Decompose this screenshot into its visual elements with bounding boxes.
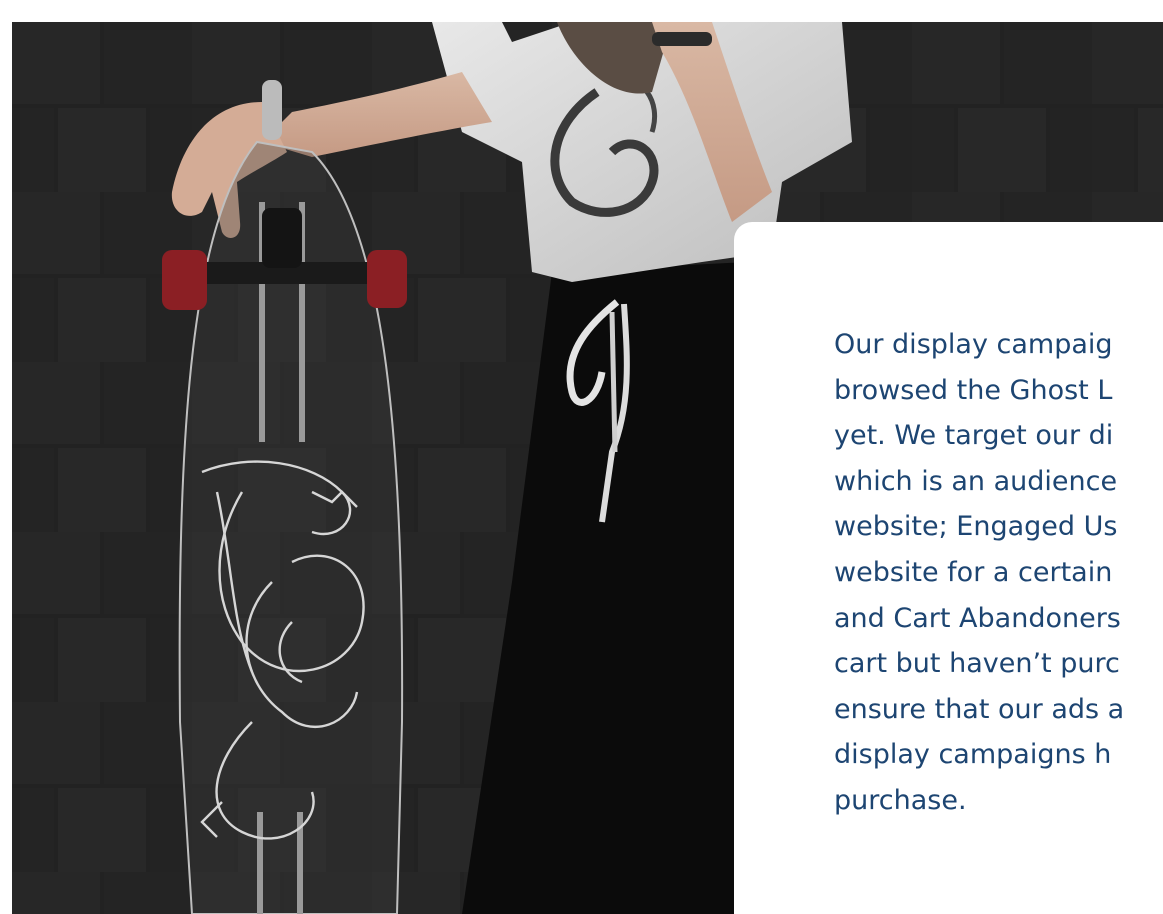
description-line: browsed the Ghost L (834, 374, 1113, 406)
description-line: website for a certain (834, 556, 1113, 588)
page: Our display campaig browsed the Ghost L … (0, 0, 1163, 914)
description-line: purchase. (834, 784, 967, 816)
description-line: which is an audience (834, 465, 1118, 497)
campaign-description-card: Our display campaig browsed the Ghost L … (734, 222, 1163, 914)
campaign-description-text: Our display campaig browsed the Ghost L … (834, 322, 1163, 824)
description-line: ensure that our ads a (834, 693, 1125, 725)
description-line: cart but haven’t purc (834, 648, 1120, 680)
description-line: and Cart Abandoners (834, 602, 1121, 634)
description-line: display campaigns h (834, 739, 1112, 771)
description-line: yet. We target our di (834, 420, 1114, 452)
description-line: website; Engaged Us (834, 511, 1118, 543)
description-line: Our display campaig (834, 329, 1113, 360)
